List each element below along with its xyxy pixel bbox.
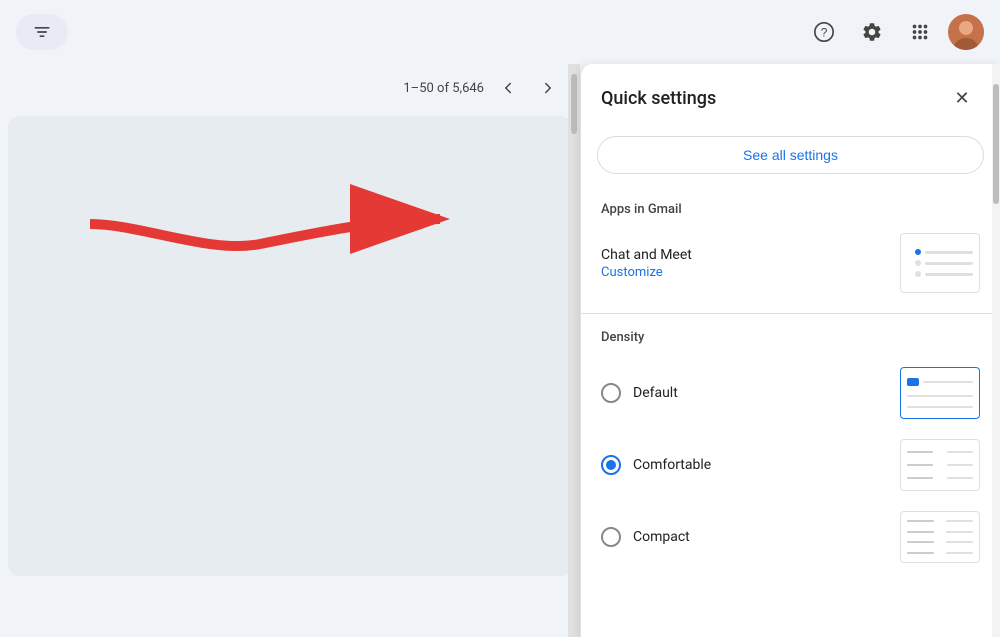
preview-dot <box>915 249 921 255</box>
preview-line-text-2 <box>925 262 973 265</box>
density-compact-label: Compact <box>633 529 690 545</box>
dp-cline-1 <box>907 451 933 453</box>
chat-meet-label: Chat and Meet <box>601 247 692 263</box>
see-all-settings-button[interactable]: See all settings <box>597 136 984 174</box>
apps-in-gmail-section: Apps in Gmail Chat and Meet Customize <box>581 190 1000 309</box>
chevron-left-icon <box>499 79 517 97</box>
dp-sline-2 <box>907 395 973 397</box>
density-default-preview <box>900 367 980 419</box>
dp-row-c3 <box>907 477 973 479</box>
density-compact-preview <box>900 511 980 563</box>
dp-cline-6 <box>947 477 973 479</box>
dp-kline-3 <box>907 531 934 533</box>
density-title: Density <box>601 330 980 345</box>
density-compact-left: Compact <box>601 527 690 547</box>
pagination-text: 1–50 of 5,646 <box>403 81 484 96</box>
dp-kline-1 <box>907 520 934 522</box>
quick-settings-scrollbar[interactable] <box>992 64 1000 637</box>
quick-settings-panel: Quick settings ✕ See all settings Apps i… <box>580 64 1000 637</box>
density-comfortable-radio[interactable] <box>601 455 621 475</box>
dp-kline-2 <box>946 520 973 522</box>
help-icon: ? <box>813 21 835 43</box>
quick-settings-scrollbar-thumb <box>993 84 999 204</box>
dp-row-k3 <box>907 541 973 543</box>
density-comfortable-row: Comfortable <box>601 429 980 501</box>
settings-icon <box>861 21 883 43</box>
density-compact-row: Compact <box>601 501 980 573</box>
dp-icon <box>907 378 919 386</box>
settings-button[interactable] <box>852 12 892 52</box>
density-comfortable-radio-inner <box>606 460 616 470</box>
section-divider-1 <box>581 313 1000 314</box>
dp-cline-4 <box>947 464 973 466</box>
pagination-bar: 1–50 of 5,646 <box>0 64 580 112</box>
preview-line-text-1 <box>925 251 973 254</box>
dp-row-2 <box>907 395 973 397</box>
density-default-left: Default <box>601 383 678 403</box>
apps-button[interactable] <box>900 12 940 52</box>
dp-row-1 <box>907 378 973 386</box>
dp-row-k4 <box>907 552 973 554</box>
density-comfortable-preview <box>900 439 980 491</box>
dp-kline-8 <box>946 552 973 554</box>
density-default-label: Default <box>633 385 678 401</box>
quick-settings-title: Quick settings <box>601 88 716 109</box>
chat-meet-preview <box>900 233 980 293</box>
dp-cline-5 <box>907 477 933 479</box>
scrollbar-thumb <box>571 74 577 134</box>
density-comfortable-label: Comfortable <box>633 457 711 473</box>
filter-icon <box>32 22 52 42</box>
topbar: ? <box>0 0 1000 64</box>
chat-meet-left: Chat and Meet Customize <box>601 247 692 280</box>
topbar-right: ? <box>804 12 984 52</box>
dp-cline-3 <box>907 464 933 466</box>
dp-row-k2 <box>907 531 973 533</box>
dp-kline-4 <box>946 531 973 533</box>
quick-settings-header: Quick settings ✕ <box>581 64 1000 128</box>
preview-line-2 <box>915 260 973 266</box>
prev-page-button[interactable] <box>492 72 524 104</box>
avatar[interactable] <box>948 14 984 50</box>
dp-row-k1 <box>907 520 973 522</box>
preview-line-1 <box>915 249 973 255</box>
preview-dot-2 <box>915 260 921 266</box>
preview-line-3 <box>915 271 973 277</box>
density-comfortable-left: Comfortable <box>601 455 711 475</box>
preview-line-text-3 <box>925 273 973 276</box>
main-scrollbar[interactable] <box>568 64 580 637</box>
svg-text:?: ? <box>821 26 828 40</box>
dp-sline-1 <box>923 381 973 383</box>
chevron-right-icon <box>539 79 557 97</box>
dp-sline-3 <box>907 406 973 408</box>
quick-settings-close-button[interactable]: ✕ <box>944 80 980 116</box>
dp-cline-2 <box>947 451 973 453</box>
next-page-button[interactable] <box>532 72 564 104</box>
customize-link[interactable]: Customize <box>601 265 692 280</box>
density-default-row: Default <box>601 357 980 429</box>
red-arrow-annotation <box>60 164 480 288</box>
main-area: 1–50 of 5,646 <box>0 64 1000 637</box>
help-button[interactable]: ? <box>804 12 844 52</box>
filter-button[interactable] <box>16 14 68 50</box>
dp-row-c2 <box>907 464 973 466</box>
dp-kline-6 <box>946 541 973 543</box>
apps-in-gmail-title: Apps in Gmail <box>601 202 980 217</box>
preview-dot-3 <box>915 271 921 277</box>
left-panel: 1–50 of 5,646 <box>0 64 580 637</box>
density-compact-radio[interactable] <box>601 527 621 547</box>
topbar-left <box>16 14 68 50</box>
dp-kline-7 <box>907 552 934 554</box>
density-section: Density Default <box>581 318 1000 581</box>
dp-kline-5 <box>907 541 934 543</box>
chat-meet-row: Chat and Meet Customize <box>601 229 980 301</box>
apps-icon <box>909 21 931 43</box>
density-default-radio[interactable] <box>601 383 621 403</box>
dp-row-c1 <box>907 451 973 453</box>
dp-row-3 <box>907 406 973 408</box>
